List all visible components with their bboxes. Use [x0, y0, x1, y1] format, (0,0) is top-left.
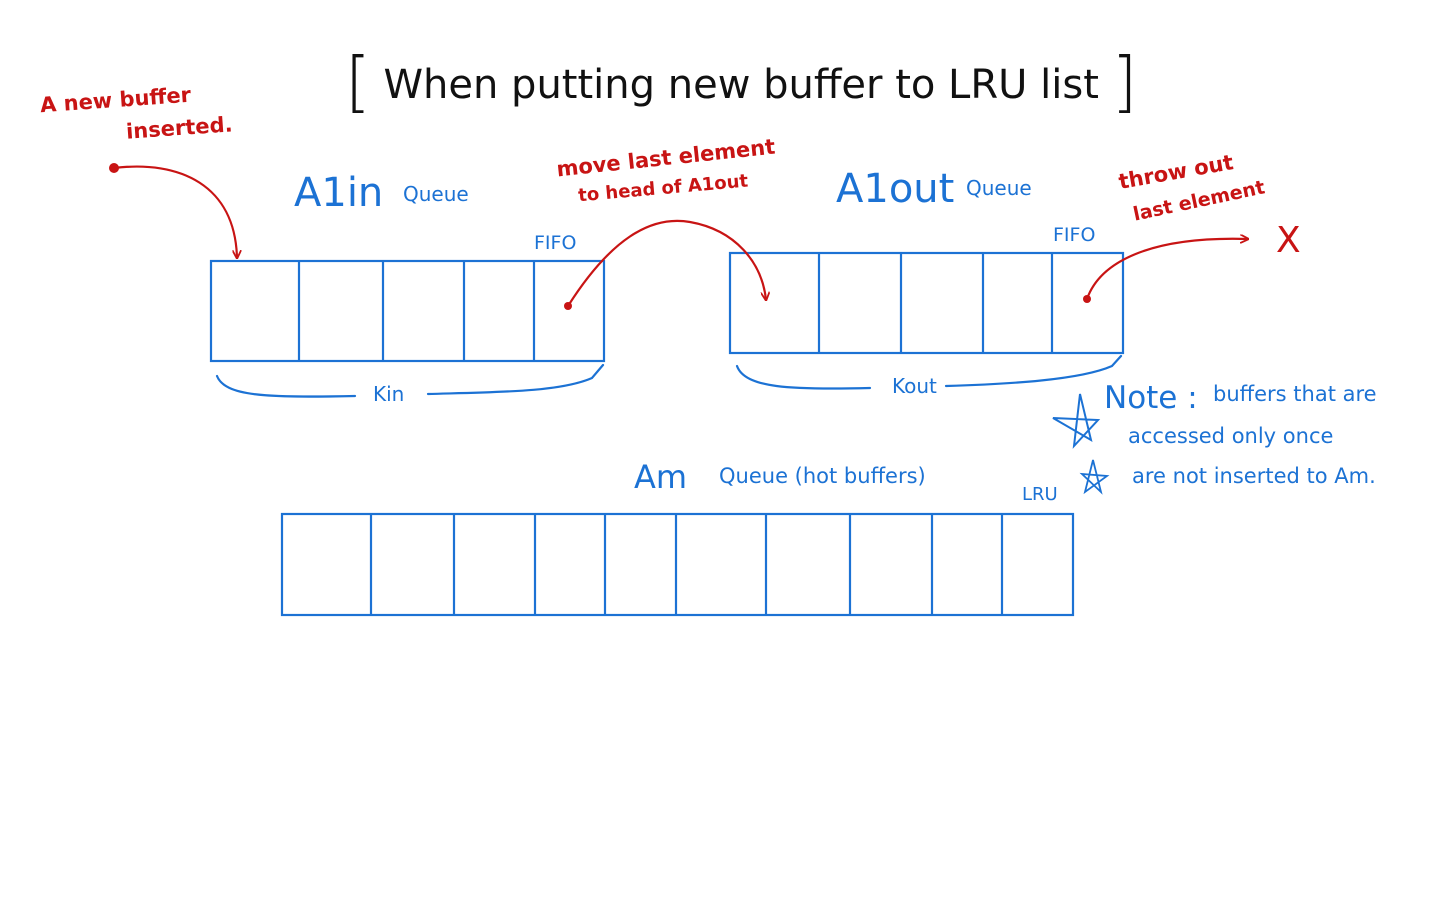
insert-arrow	[113, 165, 237, 258]
am-name: Am	[634, 458, 688, 496]
a1in-policy: FIFO	[534, 232, 577, 254]
kin-brace	[215, 363, 605, 398]
throw-out-arrow	[1085, 239, 1248, 300]
am-queue-caption: Queue (hot buffers)	[719, 464, 926, 488]
note-line1: buffers that are	[1213, 382, 1377, 406]
note-line2: accessed only once	[1128, 424, 1334, 448]
kin-label: Kin	[373, 382, 405, 406]
a1out-queue-box	[728, 251, 1125, 355]
am-queue-box	[280, 512, 1075, 617]
note-line3: are not inserted to Am.	[1132, 464, 1376, 488]
kout-label: Kout	[892, 374, 937, 398]
a1in-queue-word: Queue	[403, 182, 469, 206]
discard-x-icon: X	[1276, 220, 1301, 261]
a1in-queue-box	[209, 259, 606, 363]
a1out-queue-word: Queue	[966, 176, 1032, 200]
note-heading: Note :	[1104, 380, 1198, 416]
a1out-policy: FIFO	[1053, 224, 1096, 246]
a1out-name: A1out	[836, 166, 955, 212]
title-text: When putting new buffer to LRU list	[383, 62, 1099, 108]
star-icon	[1052, 393, 1101, 449]
am-policy: LRU	[1022, 484, 1058, 505]
star-icon-small	[1079, 459, 1110, 495]
a1in-name: A1in	[294, 170, 384, 216]
page-title: [ When putting new buffer to LRU list ]	[345, 43, 1138, 120]
move-to-a1out-arrow	[567, 219, 766, 307]
